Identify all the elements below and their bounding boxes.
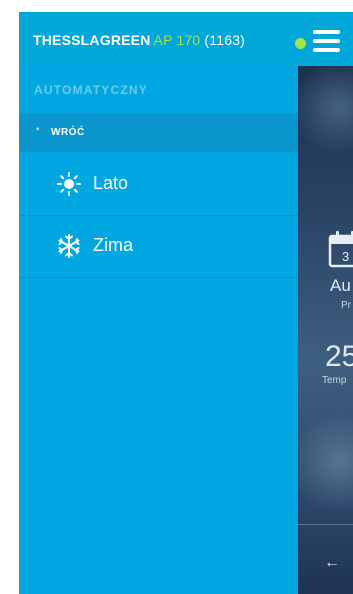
connection-status-dot (295, 38, 306, 49)
back-label: WRÓĆ (51, 127, 85, 138)
mode-subtext: Pr (341, 300, 351, 311)
cloud-decoration (299, 402, 353, 522)
app-header: THESSLAGREEN AP 170 (1163) (19, 12, 353, 66)
device-model: AP 170 (153, 32, 201, 48)
menu-item-zima[interactable]: Zima (19, 216, 298, 278)
menu-item-label: Zima (93, 235, 133, 255)
temperature-value: 25 (325, 340, 353, 373)
menu-item-lato[interactable]: Lato (19, 154, 298, 216)
navigation-drawer: AUTOMATYCZNY • WRÓĆ Lato Zima (19, 66, 298, 594)
temperature-label: Temp (322, 375, 347, 386)
app-frame: 3 Au Pr 25 Temp ← THESSLAGREEN AP 170 (116… (19, 12, 353, 594)
cloud-decoration (299, 52, 353, 162)
bullet-icon: • (36, 124, 40, 134)
back-arrow-icon[interactable]: ← (324, 555, 340, 571)
brand-title: THESSLAGREEN AP 170 (1163) (33, 32, 245, 48)
hamburger-menu-icon[interactable] (310, 28, 344, 54)
brand-name: THESSLAGREEN (33, 32, 151, 48)
calendar-icon: 3 (328, 231, 353, 268)
device-serial: (1163) (204, 32, 246, 48)
calendar-day: 3 (342, 249, 349, 264)
mode-text: Au (330, 276, 351, 295)
menu-item-label: Lato (93, 173, 129, 193)
sun-icon (57, 172, 81, 196)
snowflake-icon (58, 234, 80, 258)
divider (298, 524, 353, 525)
section-title: AUTOMATYCZNY (34, 83, 148, 97)
back-button[interactable]: • WRÓĆ (19, 113, 298, 152)
